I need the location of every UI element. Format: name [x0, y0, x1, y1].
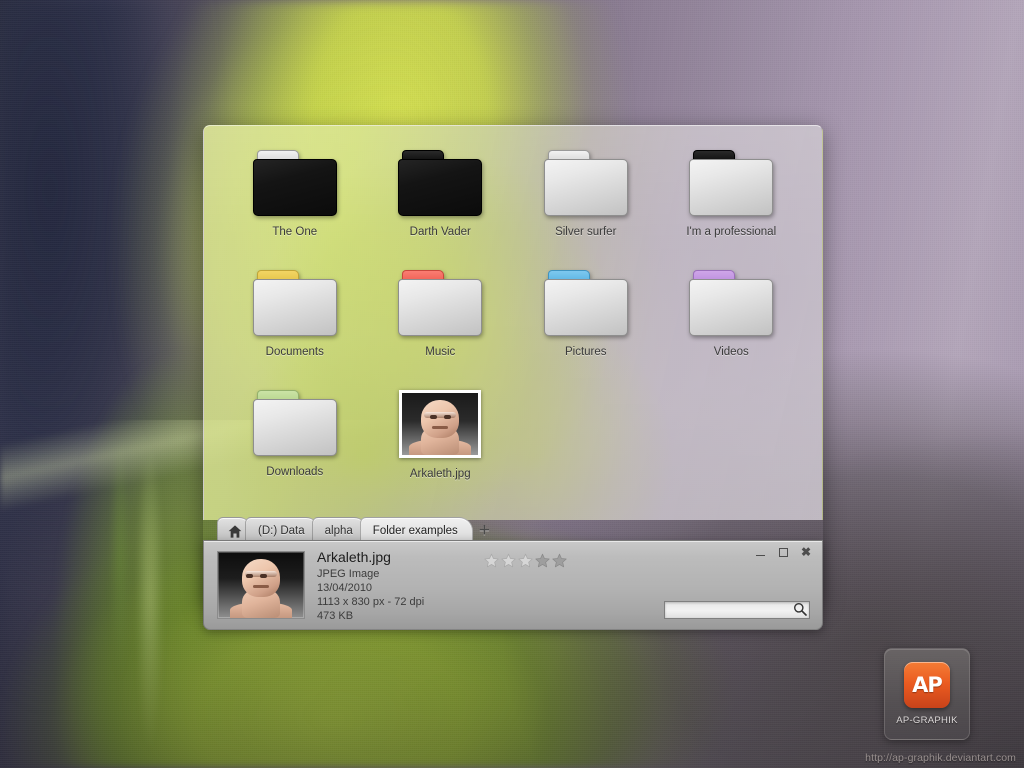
folder-glyph: [689, 270, 774, 336]
folder-glyph: [252, 150, 337, 216]
detail-file-name: Arkaleth.jpg: [317, 549, 391, 565]
bust-illustration: [218, 552, 304, 618]
search-box: [664, 600, 810, 619]
folder-icon[interactable]: Silver surfer: [513, 146, 659, 266]
search-icon[interactable]: [793, 602, 807, 616]
folder-icon[interactable]: Darth Vader: [368, 146, 514, 266]
icon-label: Videos: [713, 346, 749, 358]
search-input[interactable]: [664, 601, 810, 619]
rating-star[interactable]: [484, 553, 499, 568]
rating-star[interactable]: [552, 553, 567, 568]
icon-label: Arkaleth.jpg: [409, 468, 471, 480]
icon-label: The One: [272, 226, 318, 238]
rating-star[interactable]: [518, 553, 533, 568]
folder-glyph: [252, 390, 337, 456]
folder-icon[interactable]: Documents: [222, 266, 368, 386]
tab-label: alpha: [324, 525, 353, 537]
file-manager-window: The One Darth Vader Silver surfer I'm a pro…: [203, 125, 823, 630]
detail-text-block: Arkaleth.jpg JPEG Image 13/04/2010 1113 …: [317, 549, 424, 623]
folder-glyph: [252, 270, 337, 336]
detail-file-date: 13/04/2010: [317, 581, 373, 594]
rating-stars[interactable]: [484, 553, 567, 568]
detail-file-size: 473 KB: [317, 610, 354, 623]
home-icon: [228, 524, 242, 538]
ap-widget-label: AP-GRAPHIK: [896, 715, 958, 726]
folder-icon[interactable]: Music: [368, 266, 514, 386]
folder-icon[interactable]: I'm a professional: [659, 146, 805, 266]
icon-label: Silver surfer: [555, 226, 617, 238]
site-url: http://ap-graphik.deviantart.com: [865, 752, 1016, 764]
detail-file-dimensions: 1113 x 830 px - 72 dpi: [317, 596, 425, 609]
folder-glyph: [543, 150, 628, 216]
folder-body: [689, 279, 774, 336]
folder-body: [543, 279, 628, 336]
icon-label: Documents: [265, 346, 324, 358]
close-button[interactable]: ✖: [800, 546, 812, 558]
icon-label: Downloads: [266, 466, 324, 478]
folder-icon[interactable]: The One: [222, 146, 368, 266]
icon-label: I'm a professional: [686, 226, 777, 238]
folder-icon[interactable]: Downloads: [222, 386, 368, 506]
folder-icon[interactable]: Videos: [659, 266, 805, 386]
folder-body: [398, 279, 483, 336]
folder-icon[interactable]: Pictures: [513, 266, 659, 386]
icon-canvas: The One Darth Vader Silver surfer I'm a pro…: [203, 125, 823, 520]
folder-body: [252, 159, 337, 216]
icon-label: Music: [425, 346, 456, 358]
maximize-button[interactable]: [777, 546, 789, 558]
detail-file-kind: JPEG Image: [317, 567, 380, 580]
folder-glyph: [398, 270, 483, 336]
folder-body: [543, 159, 628, 216]
tab-label: (D:) Data: [258, 525, 305, 537]
rating-star[interactable]: [535, 553, 550, 568]
ap-graphik-widget[interactable]: AP AP-GRAPHIK: [884, 648, 970, 740]
tab-label: Folder examples: [372, 525, 458, 537]
detail-panel: Arkaleth.jpg JPEG Image 13/04/2010 1113 …: [203, 540, 823, 630]
ap-logo-icon[interactable]: AP: [904, 662, 950, 708]
window-controls: ✖: [754, 546, 812, 558]
file-icon[interactable]: Arkaleth.jpg: [368, 386, 514, 506]
folder-body: [252, 399, 337, 456]
rating-star[interactable]: [501, 553, 516, 568]
folder-body: [252, 279, 337, 336]
icon-label: Pictures: [564, 346, 607, 358]
folder-glyph: [689, 150, 774, 216]
icon-label: Darth Vader: [409, 226, 471, 238]
desktop: The One Darth Vader Silver surfer I'm a pro…: [0, 0, 1024, 768]
icon-grid: The One Darth Vader Silver surfer I'm a pro…: [204, 126, 822, 506]
folder-body: [689, 159, 774, 216]
image-thumbnail: [399, 390, 482, 458]
folder-body: [398, 159, 483, 216]
minimize-button[interactable]: [754, 546, 766, 558]
folder-glyph: [543, 270, 628, 336]
detail-thumbnail: [217, 551, 305, 619]
folder-glyph: [398, 150, 483, 216]
